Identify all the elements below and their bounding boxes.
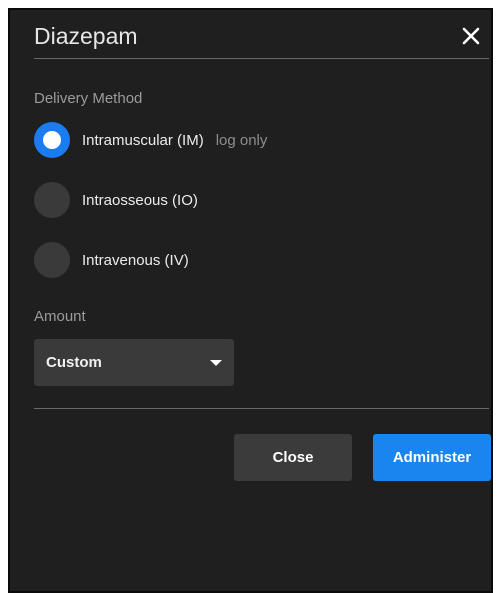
radio-option-label: Intramuscular (IM) <box>82 131 204 149</box>
close-button[interactable]: Close <box>234 434 352 481</box>
amount-select[interactable]: Custom <box>34 339 234 386</box>
radio-button[interactable] <box>34 122 70 158</box>
close-icon[interactable] <box>459 24 483 48</box>
radio-option-intraosseous[interactable]: Intraosseous (IO) <box>34 182 198 218</box>
radio-option-label: Intraosseous (IO) <box>82 191 198 209</box>
radio-button[interactable] <box>34 242 70 278</box>
delivery-method-label: Delivery Method <box>34 90 143 107</box>
radio-option-intramuscular[interactable]: Intramuscular (IM) log only <box>34 122 267 158</box>
amount-select-value: Custom <box>46 354 102 371</box>
administer-button[interactable]: Administer <box>373 434 491 481</box>
caret-down-icon <box>210 360 222 366</box>
radio-option-label: Intravenous (IV) <box>82 251 189 269</box>
dialog-header: Diazepam <box>10 10 491 60</box>
radio-option-intravenous[interactable]: Intravenous (IV) <box>34 242 189 278</box>
amount-label: Amount <box>34 308 86 325</box>
radio-option-note: log only <box>215 131 268 149</box>
dialog-title: Diazepam <box>34 23 138 49</box>
radio-button[interactable] <box>34 182 70 218</box>
footer-divider <box>34 408 489 409</box>
medication-dialog: Diazepam Delivery Method Intramuscular (… <box>8 8 493 593</box>
header-divider <box>34 58 489 59</box>
